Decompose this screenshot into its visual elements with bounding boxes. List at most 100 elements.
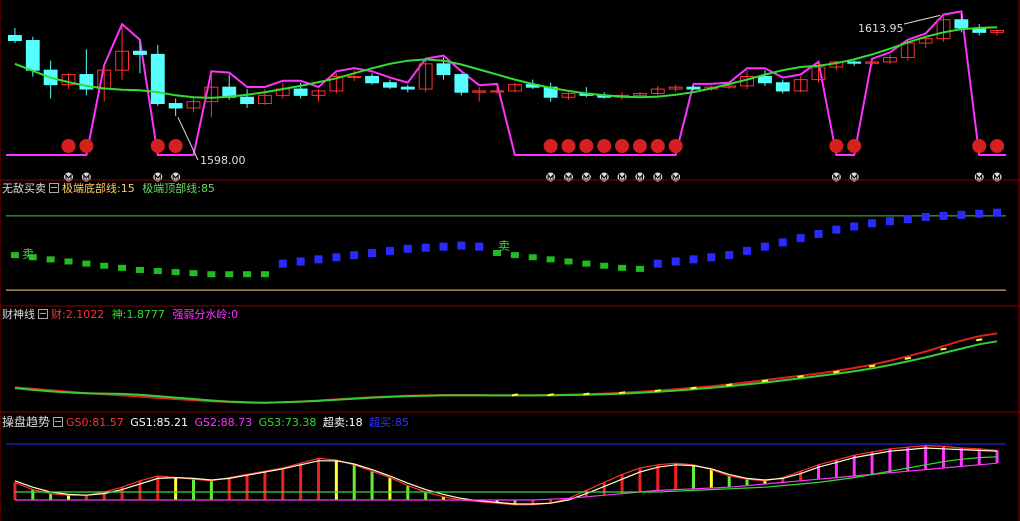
- buy-block: [868, 219, 877, 228]
- panel2-title: 无敌买卖: [2, 182, 46, 195]
- candle-body: [383, 82, 397, 88]
- chart-stage: [0, 0, 1020, 521]
- buy-block: [743, 246, 752, 255]
- buy-block: [671, 257, 680, 266]
- panel3-value-2: 1.8777: [126, 308, 165, 321]
- buy-block: [350, 251, 359, 260]
- signal-dot: [561, 139, 576, 153]
- panel4-label-6: 超买:: [369, 416, 395, 429]
- sell-block: [564, 258, 573, 265]
- caishen-line-panel: [14, 332, 998, 404]
- candle-body: [365, 75, 379, 84]
- panel4-label-3: GS2:: [194, 416, 221, 429]
- trend-series-line: [14, 462, 998, 501]
- sell-block: [582, 260, 591, 267]
- signal-dot: [990, 139, 1005, 153]
- minus-box-icon[interactable]: [49, 183, 59, 193]
- rising-mark: [761, 379, 769, 383]
- sell-block: [46, 256, 55, 263]
- sell-mark: 卖: [498, 239, 511, 253]
- buy-block: [278, 259, 287, 268]
- buy-block: [421, 243, 430, 252]
- sell-block: [153, 268, 162, 275]
- sell-block: [260, 271, 269, 278]
- signal-dot: [150, 139, 165, 153]
- panel4-label-2: GS1:: [130, 416, 157, 429]
- signal-dot: [168, 139, 183, 153]
- panel4-value-1: 81.57: [92, 416, 124, 429]
- sell-block: [243, 271, 252, 278]
- buy-block: [385, 246, 394, 255]
- candle-body: [954, 19, 969, 29]
- panel4-value-4: 73.38: [284, 416, 317, 429]
- rising-mark: [868, 364, 876, 368]
- buy-block: [903, 215, 912, 224]
- buy-block: [457, 241, 466, 250]
- buy-block: [975, 209, 984, 218]
- sell-block: [225, 271, 234, 278]
- sell-block: [64, 258, 73, 265]
- rising-mark: [583, 392, 590, 396]
- panel3-label-3: 强弱分水岭:: [172, 308, 232, 321]
- candle-body: [436, 63, 451, 76]
- sell-block: [100, 262, 109, 269]
- sell-block: [135, 266, 144, 273]
- trend-series-line: [14, 444, 998, 506]
- candle-body: [400, 86, 415, 90]
- panel4-label-5: 超卖:: [322, 416, 349, 429]
- signal-dot: [829, 139, 844, 153]
- panel4-value-3: 88.73: [220, 416, 253, 429]
- signal-dot: [61, 139, 76, 153]
- buy-block: [778, 238, 787, 247]
- buy-block: [403, 244, 412, 253]
- buy-block: [796, 234, 805, 243]
- buy-block: [707, 253, 716, 262]
- signal-dot: [597, 139, 612, 153]
- panel3-value-1: 2.1022: [65, 308, 105, 321]
- panel2-header: 无敌买卖 极端底部线:15 极端顶部线:85: [2, 182, 215, 195]
- trading-trend-panel: [6, 443, 1006, 506]
- panel3-header: 财神线 财:2.1022 神:1.8777 强弱分水岭:0: [2, 308, 238, 321]
- candle-body: [293, 88, 308, 96]
- buy-block: [921, 212, 930, 221]
- panel3-value-3: 0: [231, 308, 239, 321]
- panel4-label-1: GS0:: [66, 416, 93, 429]
- sell-block: [189, 270, 198, 277]
- buy-block: [993, 208, 1002, 217]
- caishen-series-line: [14, 332, 998, 404]
- rising-mark: [940, 347, 947, 351]
- sell-block: [600, 262, 609, 269]
- buy-block: [653, 259, 662, 268]
- candle-body: [847, 61, 862, 64]
- signal-dot: [650, 139, 665, 153]
- minus-box-icon[interactable]: [38, 309, 48, 319]
- panel2-value-2: 85: [200, 182, 215, 195]
- buy-block: [439, 242, 448, 251]
- minus-box-icon[interactable]: [53, 417, 64, 427]
- sell-block: [510, 252, 519, 259]
- candle-body: [168, 103, 183, 109]
- candle-body: [758, 75, 772, 84]
- sell-block: [10, 252, 19, 259]
- buy-block: [314, 255, 323, 264]
- signal-dot: [847, 139, 862, 153]
- sell-block: [82, 260, 91, 267]
- rising-mark: [547, 393, 554, 397]
- sell-block: [528, 254, 537, 261]
- panel3-label-1: 财:: [51, 308, 66, 321]
- panel2-value-1: 15: [120, 182, 135, 195]
- panel3-label-2: 神:: [111, 308, 127, 321]
- buy-block: [475, 242, 484, 251]
- sell-block: [207, 271, 216, 278]
- panel4-value-2: 85.21: [156, 416, 188, 429]
- price-low-label: 1598.00: [200, 154, 246, 167]
- trend-series-line: [14, 456, 998, 493]
- buy-block: [296, 257, 305, 266]
- signal-dot: [79, 139, 94, 153]
- buy-block: [957, 210, 966, 219]
- signal-dot: [615, 139, 630, 153]
- price-high-label: 1613.95: [858, 22, 904, 35]
- buy-block: [368, 249, 377, 257]
- buy-block: [885, 217, 894, 226]
- buy-block: [939, 211, 948, 220]
